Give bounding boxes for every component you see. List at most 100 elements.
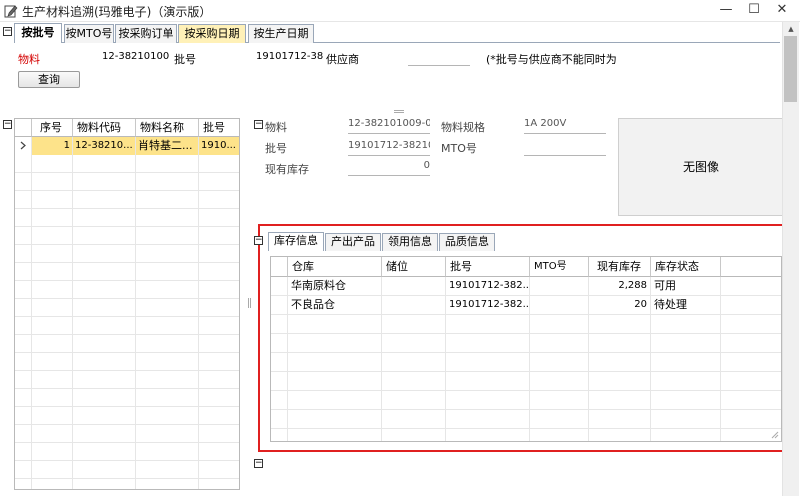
query-button[interactable]: 查询 — [18, 71, 80, 88]
empty-cell — [446, 353, 530, 372]
empty-cell — [73, 371, 136, 389]
empty-cell — [15, 173, 32, 191]
empty-cell — [199, 263, 239, 281]
tab-requisition-info[interactable]: 领用信息 — [382, 233, 438, 251]
tab-by-batch[interactable]: 按批号 — [14, 23, 62, 43]
row-indicator — [271, 277, 288, 296]
detail-batch-value[interactable]: 19101712-382101 — [348, 140, 430, 151]
empty-row — [271, 334, 781, 353]
empty-row — [15, 461, 239, 479]
col-seq[interactable]: 序号 — [32, 119, 73, 137]
tab-by-purchase-order[interactable]: 按采购订单 — [115, 24, 177, 43]
empty-cell — [530, 315, 589, 334]
collapse-search-icon[interactable]: − — [3, 27, 12, 36]
detail-mto-label: MTO号 — [441, 142, 477, 155]
empty-cell — [136, 335, 199, 353]
empty-cell — [382, 429, 446, 441]
tab-by-purchase-date[interactable]: 按采购日期 — [178, 24, 246, 43]
detail-spec-value[interactable]: 1A 200V — [524, 118, 566, 129]
empty-cell — [288, 410, 382, 429]
collapse-subtabs-icon[interactable]: − — [254, 236, 263, 245]
col-mto[interactable]: MTO号 — [530, 257, 589, 277]
material-input[interactable]: 12-38210100 — [102, 51, 169, 62]
detail-stock-value[interactable]: 0 — [348, 160, 430, 171]
cell-material-name: 肖特基二... — [136, 137, 199, 155]
minimize-button[interactable]: — — [712, 0, 740, 22]
tab-by-production-date[interactable]: 按生产日期 — [248, 24, 314, 43]
scroll-up-icon[interactable]: ▲ — [785, 24, 797, 34]
empty-cell — [199, 371, 239, 389]
empty-cell — [651, 372, 721, 391]
tab-stock-info[interactable]: 库存信息 — [268, 232, 324, 251]
table-row[interactable]: 不良品仓 19101712-382... 20 待处理 — [271, 296, 781, 315]
empty-cell — [589, 372, 651, 391]
col-location[interactable]: 储位 — [382, 257, 446, 277]
empty-cell — [15, 263, 32, 281]
col-stock-status[interactable]: 库存状态 — [651, 257, 721, 277]
empty-cell — [530, 372, 589, 391]
empty-row — [15, 335, 239, 353]
table-row[interactable]: 华南原料仓 19101712-382... 2,288 可用 — [271, 277, 781, 296]
col-material-name[interactable]: 物料名称 — [136, 119, 199, 137]
empty-cell — [15, 335, 32, 353]
empty-cell — [15, 299, 32, 317]
col-stock-batch[interactable]: 批号 — [446, 257, 530, 277]
batch-label: 批号 — [174, 53, 196, 66]
empty-cell — [32, 461, 73, 479]
empty-row — [15, 425, 239, 443]
table-row[interactable]: 1 12-38210... 肖特基二... 1910... — [15, 137, 239, 155]
empty-cell — [136, 173, 199, 191]
empty-cell — [15, 245, 32, 263]
tab-quality-info[interactable]: 品质信息 — [439, 233, 495, 251]
detail-spec-label: 物料规格 — [441, 121, 485, 134]
empty-cell — [15, 443, 32, 461]
tab-output-products[interactable]: 产出产品 — [325, 233, 381, 251]
empty-cell — [199, 173, 239, 191]
empty-row — [15, 479, 239, 489]
empty-cell — [136, 263, 199, 281]
empty-cell — [15, 461, 32, 479]
empty-cell — [382, 353, 446, 372]
batch-input[interactable]: 19101712-38 — [256, 51, 323, 62]
horizontal-splitter[interactable] — [394, 110, 404, 113]
resize-grip-icon[interactable] — [769, 429, 779, 439]
empty-cell — [288, 429, 382, 441]
search-note: (*批号与供应商不能同时为 — [486, 53, 617, 66]
empty-row — [15, 353, 239, 371]
empty-cell — [288, 391, 382, 410]
empty-row — [15, 209, 239, 227]
empty-cell — [199, 443, 239, 461]
empty-row — [15, 173, 239, 191]
empty-cell — [271, 353, 288, 372]
empty-cell — [15, 155, 32, 173]
collapse-detail-icon[interactable]: − — [254, 120, 263, 129]
cell-stock-batch: 19101712-382... — [446, 296, 530, 315]
col-warehouse[interactable]: 仓库 — [288, 257, 382, 277]
empty-cell — [271, 429, 288, 441]
empty-cell — [199, 479, 239, 489]
col-material-code[interactable]: 物料代码 — [73, 119, 136, 137]
empty-cell — [32, 407, 73, 425]
empty-cell — [446, 372, 530, 391]
tab-by-mto[interactable]: 按MTO号 — [64, 24, 114, 43]
empty-row — [271, 353, 781, 372]
col-current-stock[interactable]: 现有库存 — [589, 257, 651, 277]
empty-cell — [73, 173, 136, 191]
empty-cell — [15, 479, 32, 489]
close-button[interactable]: ✕ — [768, 0, 796, 22]
empty-cell — [530, 334, 589, 353]
cell-mto — [530, 277, 589, 296]
vertical-splitter[interactable] — [248, 298, 251, 308]
cell-stock-batch: 19101712-382... — [446, 277, 530, 296]
cell-material-code: 12-38210... — [73, 137, 136, 155]
detail-batch-label: 批号 — [265, 142, 287, 155]
empty-cell — [271, 334, 288, 353]
scrollbar-thumb[interactable] — [784, 36, 797, 102]
empty-cell — [651, 410, 721, 429]
col-batch[interactable]: 批号 — [199, 119, 239, 137]
maximize-button[interactable]: ☐ — [740, 0, 768, 22]
detail-material-value[interactable]: 12-382101009-00 — [348, 118, 430, 129]
collapse-bottom-icon[interactable]: − — [254, 459, 263, 468]
supplier-input[interactable] — [408, 47, 470, 65]
collapse-left-grid-icon[interactable]: − — [3, 120, 12, 129]
